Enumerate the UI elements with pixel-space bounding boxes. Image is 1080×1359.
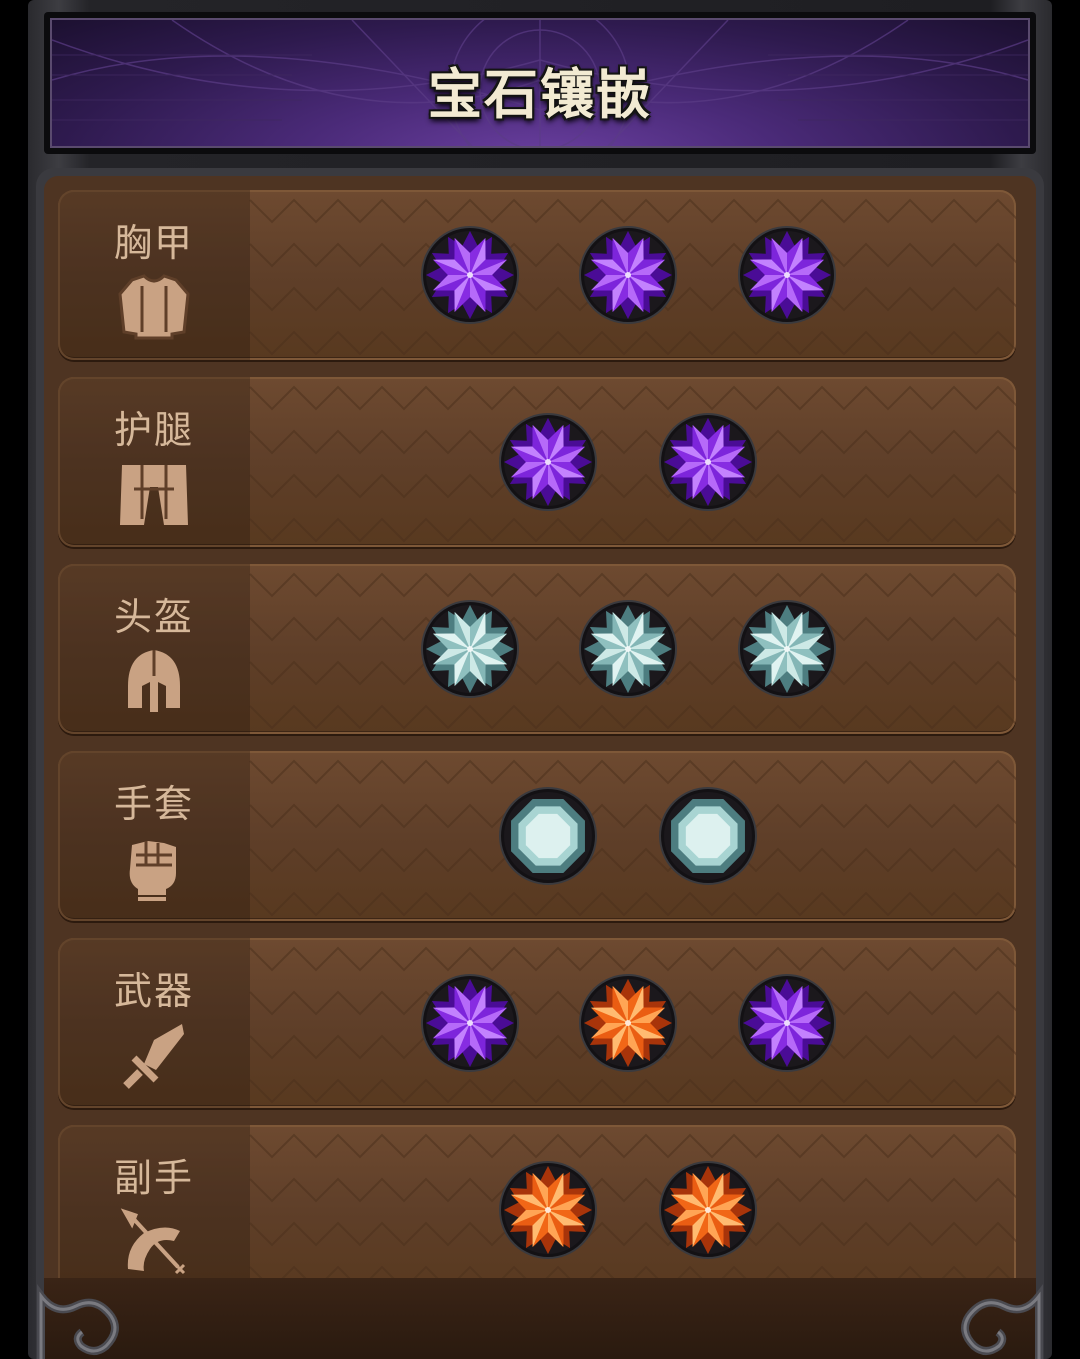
purple-star-gem-icon[interactable] (737, 225, 837, 325)
teal-star-gem-icon[interactable] (578, 599, 678, 699)
slot-label: 头盔 (113, 595, 194, 639)
equipment-row: 头盔 (58, 564, 1016, 734)
helmet-icon (128, 650, 180, 712)
equipment-row: 护腿 (58, 377, 1016, 547)
purple-star-gem-icon[interactable] (737, 973, 837, 1073)
purple-star-gem-icon[interactable] (658, 412, 758, 512)
title-banner: 宝石镶嵌 (50, 18, 1030, 148)
equipment-row: 胸甲 (58, 190, 1016, 360)
title-bar: 宝石镶嵌 (44, 12, 1036, 154)
teal-octagon-gem-icon[interactable] (658, 786, 758, 886)
orange-star-gem-icon[interactable] (578, 973, 678, 1073)
purple-star-gem-icon[interactable] (498, 412, 598, 512)
equipment-row: 手套 (58, 751, 1016, 921)
purple-star-gem-icon[interactable] (420, 973, 520, 1073)
fist-icon (129, 841, 176, 901)
equipment-row: 武器 (58, 938, 1016, 1108)
slot-label: 手套 (113, 782, 194, 826)
slot-label: 武器 (113, 969, 194, 1013)
sword-icon (123, 1024, 184, 1089)
equipment-row: 副手 (58, 1125, 1016, 1295)
slot-label: 副手 (113, 1156, 194, 1200)
orange-star-gem-icon[interactable] (498, 1160, 598, 1260)
bow-icon (120, 1208, 186, 1275)
bottom-border (44, 1278, 1036, 1359)
teal-star-gem-icon[interactable] (420, 599, 520, 699)
corner-ornament-left-icon (37, 1284, 119, 1359)
purple-star-gem-icon[interactable] (578, 225, 678, 325)
slot-label: 护腿 (113, 408, 194, 452)
slot-label: 胸甲 (113, 221, 194, 265)
leggings-icon (120, 465, 188, 525)
chest-armor-icon (118, 274, 190, 340)
teal-octagon-gem-icon[interactable] (498, 786, 598, 886)
orange-star-gem-icon[interactable] (658, 1160, 758, 1260)
page-title: 宝石镶嵌 (428, 63, 652, 126)
teal-star-gem-icon[interactable] (737, 599, 837, 699)
corner-ornament-right-icon (961, 1284, 1043, 1359)
purple-star-gem-icon[interactable] (420, 225, 520, 325)
